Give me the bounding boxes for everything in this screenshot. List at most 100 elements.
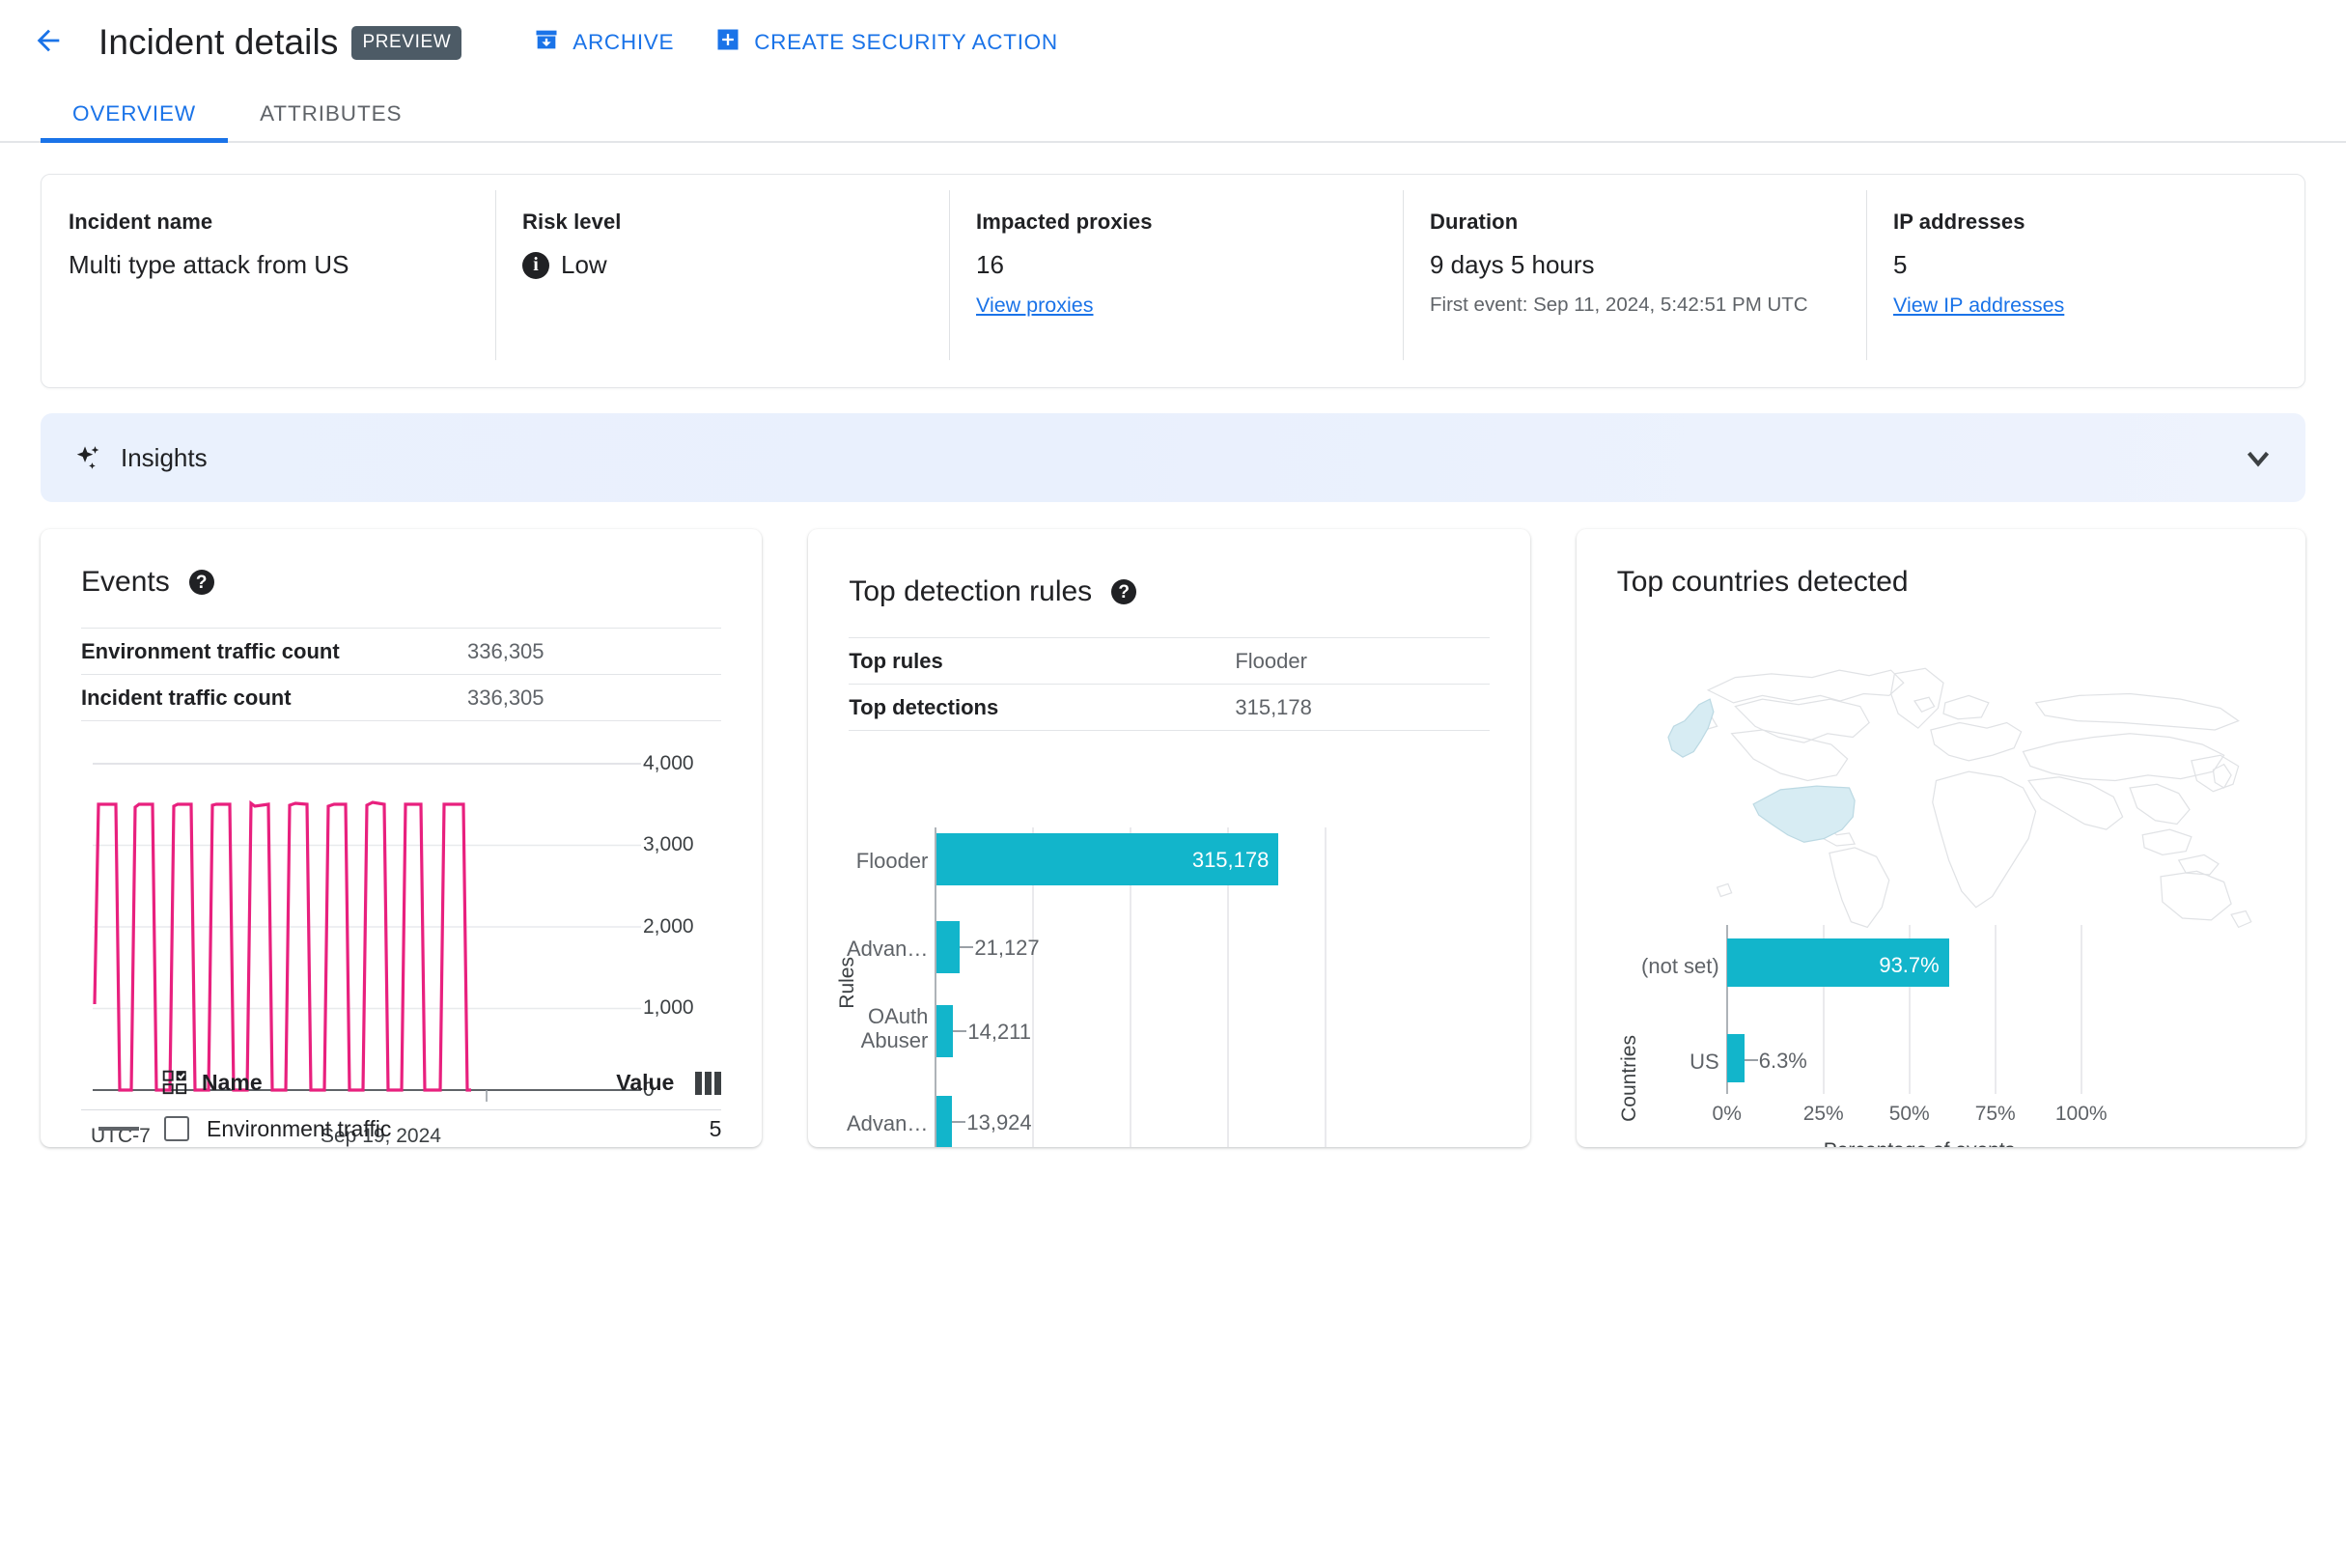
arrow-back-icon: [32, 24, 65, 62]
summary-impacted-proxies: Impacted proxies 16 View proxies: [949, 175, 1403, 387]
x-tick-label: 0%: [1712, 1103, 1742, 1125]
top-countries-card: Top countries detected Countries (not se…: [1576, 529, 2306, 1147]
events-card-title: Events ?: [81, 566, 721, 599]
duration-value: 9 days 5 hours: [1430, 250, 1595, 279]
bar-rect[interactable]: [1726, 1034, 1745, 1082]
impacted-proxies-value: 16: [976, 250, 1004, 279]
events-line-chart: 4,000 3,000 2,000 1,000 0 UTC-7 Sep 19, …: [81, 752, 721, 1147]
countries-bar-chart: Countries (not set) 93.7% US 6.3% 0% 25%…: [1617, 925, 2283, 1147]
bar-value-label: 315,178: [1191, 848, 1270, 872]
tab-attributes-label: ATTRIBUTES: [260, 101, 403, 126]
top-actions: ARCHIVE CREATE SECURITY ACTION: [533, 26, 1058, 59]
world-map: [1606, 643, 2281, 933]
x-tick-label: 75%: [1974, 1103, 2016, 1125]
archive-button-label: ARCHIVE: [573, 30, 675, 54]
events-y-axis: 4,000 3,000 2,000 1,000 0: [643, 752, 759, 1119]
summary-duration: Duration 9 days 5 hours First event: Sep…: [1403, 175, 1866, 387]
list-item[interactable]: Environment traffic 5: [81, 1110, 721, 1147]
table-row: Top rules Flooder: [849, 637, 1490, 684]
bar-category-label: (not set): [1641, 954, 1719, 978]
insights-title: Insights: [121, 442, 208, 472]
view-ip-addresses-link[interactable]: View IP addresses: [1893, 294, 2064, 318]
rules-title-text: Top detection rules: [849, 575, 1093, 607]
x-tick-label: 50%: [1888, 1103, 1930, 1125]
bar-value-label: 13,924: [966, 1110, 1032, 1134]
legend-header-row: Name Value: [81, 1070, 722, 1110]
bar-leader-line: [952, 1121, 966, 1123]
create-security-action-button[interactable]: CREATE SECURITY ACTION: [714, 26, 1058, 59]
risk-level-value-wrap: i Low: [522, 250, 949, 280]
tab-attributes[interactable]: ATTRIBUTES: [228, 101, 433, 141]
tab-overview-label: OVERVIEW: [72, 101, 197, 126]
bar-category-label: OAuth Abuser: [839, 1004, 929, 1053]
duration-label: Duration: [1430, 210, 1519, 234]
bar-category-label: US: [1690, 1050, 1719, 1074]
view-proxies-link[interactable]: View proxies: [976, 294, 1094, 318]
legend-value-header: Value: [616, 1070, 722, 1096]
page-title: Incident details PREVIEW: [98, 22, 462, 63]
events-kv-table: Environment traffic count 336,305 Incide…: [81, 628, 722, 721]
series-value: 5: [709, 1115, 722, 1141]
bar-category-label: Advan…: [846, 1111, 929, 1135]
summary-ip-addresses: IP addresses 5 View IP addresses: [1866, 175, 2304, 387]
top-bar: Incident details PREVIEW ARCHIVE CREATE S…: [0, 0, 2346, 85]
ip-addresses-value: 5: [1893, 250, 1908, 279]
row-key: Top rules: [849, 649, 943, 673]
events-title-text: Events: [81, 566, 170, 598]
countries-x-axis-label: Percentage of events: [1824, 1139, 2015, 1147]
y-tick-label: 2,000: [643, 915, 694, 938]
row-value: 336,305: [467, 686, 545, 710]
insights-panel[interactable]: Insights: [41, 413, 2305, 502]
help-icon[interactable]: ?: [188, 570, 214, 595]
incident-summary-card: Incident name Multi type attack from US …: [41, 174, 2305, 388]
events-legend-table: Name Value Environment traffic 5: [41, 1070, 762, 1147]
tab-overview[interactable]: OVERVIEW: [41, 101, 229, 143]
chevron-down-icon[interactable]: [2240, 439, 2276, 476]
events-chart-svg: [93, 763, 641, 1102]
bar-value-label: 93.7%: [1879, 953, 1940, 977]
rules-card-title: Top detection rules ?: [849, 575, 1489, 608]
duration-first-event: First event: Sep 11, 2024, 5:42:51 PM UT…: [1430, 294, 1808, 316]
incident-name-label: Incident name: [69, 210, 213, 234]
countries-card-title: Top countries detected: [1617, 566, 2265, 599]
series-checkbox[interactable]: [164, 1116, 189, 1141]
back-button[interactable]: [21, 15, 75, 70]
row-value: 336,305: [467, 639, 545, 663]
rules-y-axis-label: Rules: [836, 957, 859, 1009]
legend-value-header-label: Value: [616, 1070, 675, 1095]
columns-icon[interactable]: [695, 1071, 722, 1095]
bar-leader-line: [960, 946, 974, 948]
countries-y-axis-label: Countries: [1617, 1035, 1640, 1122]
y-tick-label: 4,000: [643, 752, 694, 774]
bar-value-label: 14,211: [967, 1020, 1032, 1044]
help-icon[interactable]: ?: [1111, 579, 1137, 604]
bar-category-label: Advan…: [846, 937, 929, 961]
rules-kv-table: Top rules Flooder Top detections 315,178: [849, 637, 1490, 731]
events-card: Events ? Environment traffic count 336,3…: [41, 529, 763, 1147]
bar-rect[interactable]: [936, 921, 961, 973]
add-box-icon: [714, 26, 741, 59]
table-row: Top detections 315,178: [849, 684, 1490, 731]
bar-leader-line: [953, 1030, 967, 1032]
sparkle-icon: [71, 442, 103, 474]
row-value: Flooder: [1235, 649, 1307, 673]
info-icon: i: [522, 251, 549, 279]
x-tick-label: 100%: [2054, 1103, 2108, 1125]
ip-addresses-label: IP addresses: [1893, 210, 2025, 234]
archive-button[interactable]: ARCHIVE: [533, 26, 674, 59]
y-tick-label: 3,000: [643, 833, 694, 855]
tab-bar: OVERVIEW ATTRIBUTES: [0, 85, 2346, 143]
legend-name-header: Name: [162, 1070, 263, 1096]
risk-level-value: Low: [561, 250, 607, 279]
rules-bar-chart: Rules Flooder 315,178 Advan… 21,127 OAut…: [836, 752, 1489, 1147]
charts-row: Events ? Environment traffic count 336,3…: [41, 529, 2306, 1147]
x-tick-label: 25%: [1802, 1103, 1844, 1125]
bar-rect[interactable]: [936, 1096, 953, 1147]
legend-name-header-label: Name: [202, 1070, 263, 1095]
summary-risk-level: Risk level i Low: [495, 175, 949, 387]
y-tick-label: 1,000: [643, 996, 694, 1019]
bar-rect[interactable]: [936, 1005, 954, 1057]
select-all-icon[interactable]: [162, 1070, 188, 1096]
bar-value-label: 21,127: [974, 936, 1040, 960]
incident-name-value: Multi type attack from US: [69, 250, 349, 279]
